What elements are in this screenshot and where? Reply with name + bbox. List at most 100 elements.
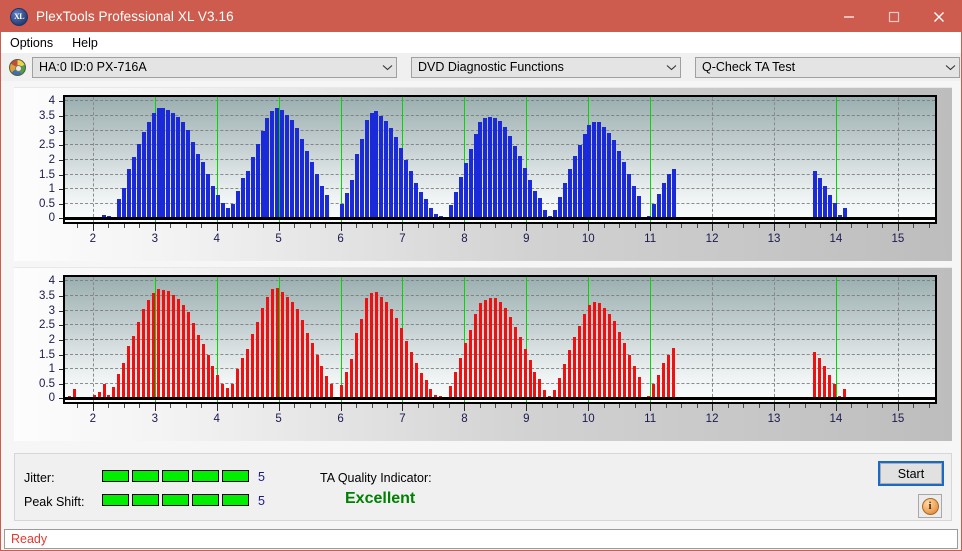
chart-bar [557, 197, 562, 219]
chart-bar [310, 162, 315, 219]
x-tick-mark [712, 224, 714, 231]
chart-bar [597, 122, 602, 219]
test-select[interactable]: Q-Check TA Test [695, 56, 960, 78]
x-tick-mark [665, 404, 667, 408]
x-tick-label: 8 [461, 413, 468, 425]
x-tick-label: 5 [275, 233, 282, 245]
chart-bar [245, 171, 250, 219]
x-tick-mark [650, 224, 652, 231]
start-button[interactable]: Start [878, 461, 944, 486]
chart-bar [295, 127, 300, 219]
x-tick-mark [170, 404, 172, 408]
y-tick-label: 2 [48, 333, 55, 346]
x-tick-label: 12 [705, 233, 719, 245]
x-tick-mark [77, 404, 79, 408]
x-tick-mark [743, 224, 745, 228]
y-tick-label: 2.5 [39, 319, 55, 332]
x-tick-label: 4 [213, 413, 220, 425]
chart-bar [498, 301, 502, 399]
chart-bar [235, 190, 240, 219]
info-button[interactable]: i [918, 494, 942, 518]
chart-bar [468, 148, 473, 219]
x-tick-label: 2 [89, 233, 97, 245]
chart-bar [523, 168, 528, 219]
x-tick-mark [866, 404, 868, 408]
x-tick-mark [820, 224, 822, 228]
x-tick-mark [386, 224, 388, 228]
x-tick-mark [247, 404, 249, 408]
chart-bar [656, 193, 661, 219]
chart-bar [583, 314, 587, 399]
chart-bar [622, 162, 627, 219]
x-tick-mark [526, 224, 528, 231]
chart-bar [454, 372, 458, 399]
chart-bar [176, 116, 181, 219]
x-tick-mark [464, 404, 466, 411]
chart-bar [210, 185, 215, 219]
x-tick-mark [789, 224, 791, 228]
meter-segment [162, 470, 189, 482]
ta-quality-value: Excellent [345, 490, 416, 507]
chart-bar [265, 296, 269, 399]
results-panel: Jitter: 5 Peak Shift: 5 TA Quality Indic… [14, 453, 952, 521]
chart-bar [518, 337, 522, 399]
chart-bar [478, 303, 482, 399]
x-tick-mark [479, 224, 481, 228]
chart-bar [672, 348, 676, 399]
x-tick-mark [448, 224, 450, 228]
test-select-value: Q-Check TA Test [702, 60, 796, 74]
x-tick-mark [681, 404, 683, 408]
maximize-icon[interactable] [871, 1, 916, 32]
x-tick-mark [139, 404, 141, 408]
close-icon[interactable] [916, 1, 961, 32]
x-tick-mark [557, 224, 559, 228]
chart-bar [463, 162, 468, 219]
chart-bar [577, 144, 582, 219]
chart-bar [389, 308, 393, 399]
chart-bar [488, 297, 492, 399]
chart-bar [171, 294, 175, 399]
chart-bar [563, 363, 567, 399]
x-tick-mark [835, 224, 837, 231]
x-tick-mark [495, 224, 497, 228]
chart-bar [206, 174, 211, 219]
chart-bar [359, 139, 364, 219]
chart-bar [127, 346, 131, 399]
chart-bar [404, 340, 408, 399]
menu-item-help[interactable]: Help [70, 34, 107, 52]
x-tick-mark [603, 224, 605, 228]
menu-item-options[interactable]: Options [8, 34, 62, 52]
x-tick-mark [170, 224, 172, 228]
y-tick-label: 4 [48, 95, 55, 108]
chart-bar [394, 137, 399, 219]
x-tick-mark [185, 404, 187, 408]
function-select[interactable]: DVD Diagnostic Functions [411, 56, 681, 78]
chart-bar [122, 362, 126, 399]
peak-shift-value: 5 [258, 494, 265, 508]
meter-segment [192, 494, 219, 506]
x-tick-mark [433, 224, 435, 228]
chart-bar [201, 162, 206, 219]
chart-bar [513, 326, 517, 399]
x-tick-label: 3 [151, 413, 158, 425]
x-tick-mark [495, 404, 497, 408]
x-tick-mark [928, 404, 930, 408]
chart-bar [384, 301, 388, 399]
minimize-icon[interactable] [826, 1, 871, 32]
chart-bar [537, 198, 542, 219]
x-tick-mark [665, 224, 667, 228]
peak-shift-chart-panel: 0 0.5 1 1.5 2 2.5 3 3.5 4 2 3 4 5 6 7 8 9 10 11 12 13 14 15 [14, 267, 952, 441]
drive-select[interactable]: HA:0 ID:0 PX-716A [32, 56, 397, 78]
chart-bar [828, 375, 832, 399]
chart-bar [300, 320, 304, 399]
chart-bar [300, 138, 305, 219]
chart-baseline [65, 216, 935, 220]
x-tick-mark [758, 224, 760, 228]
x-tick-mark [154, 224, 156, 231]
chart-bar [374, 110, 379, 219]
chart-bar [324, 195, 329, 219]
chart-bar [354, 153, 359, 219]
x-tick-mark [712, 404, 714, 411]
chart-bar [478, 122, 483, 219]
x-tick-mark [386, 404, 388, 408]
